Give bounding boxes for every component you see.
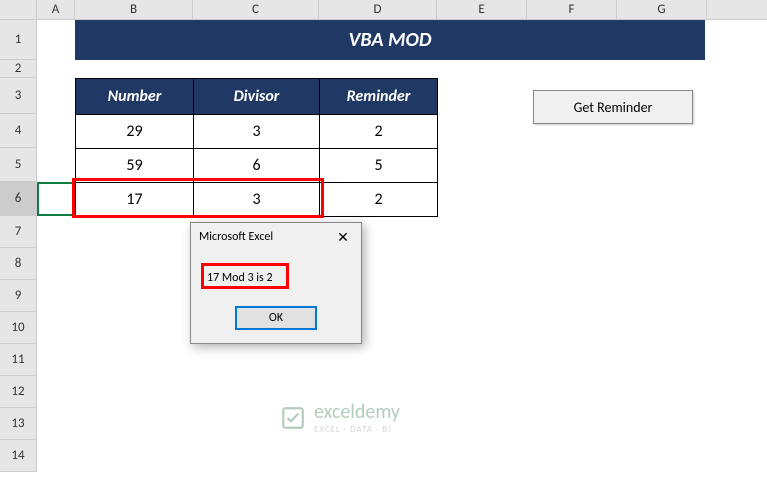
header-reminder[interactable]: Reminder bbox=[320, 79, 438, 115]
header-divisor[interactable]: Divisor bbox=[194, 79, 320, 115]
data-table: Number Divisor Reminder 29 3 2 59 6 5 17… bbox=[75, 78, 438, 217]
cell-number[interactable]: 17 bbox=[76, 183, 194, 217]
row-header-8[interactable]: 8 bbox=[0, 248, 37, 280]
get-reminder-button[interactable]: Get Reminder bbox=[533, 90, 693, 124]
cell-number[interactable]: 59 bbox=[76, 149, 194, 183]
logo-icon bbox=[280, 405, 306, 431]
cell-reminder[interactable]: 5 bbox=[320, 149, 438, 183]
col-header-C[interactable]: C bbox=[193, 0, 319, 19]
col-header-D[interactable]: D bbox=[319, 0, 437, 19]
row-header-13[interactable]: 13 bbox=[0, 408, 37, 440]
table-row: 29 3 2 bbox=[76, 115, 438, 149]
msgbox-title-text: Microsoft Excel bbox=[199, 230, 273, 244]
row-header-6[interactable]: 6 bbox=[0, 182, 37, 216]
cell-divisor[interactable]: 3 bbox=[194, 183, 320, 217]
row-header-5[interactable]: 5 bbox=[0, 148, 37, 182]
watermark: exceldemy EXCEL · DATA · BI bbox=[280, 400, 400, 435]
cell-reminder[interactable]: 2 bbox=[320, 183, 438, 217]
table-header-row: Number Divisor Reminder bbox=[76, 79, 438, 115]
row-header-11[interactable]: 11 bbox=[0, 344, 37, 376]
table-row: 17 3 2 bbox=[76, 183, 438, 217]
col-header-G[interactable]: G bbox=[617, 0, 707, 19]
cell-number[interactable]: 29 bbox=[76, 115, 194, 149]
watermark-sub: EXCEL · DATA · BI bbox=[314, 424, 400, 435]
row-header-1[interactable]: 1 bbox=[0, 20, 37, 60]
row-header-2[interactable]: 2 bbox=[0, 60, 37, 78]
row-header-7[interactable]: 7 bbox=[0, 216, 37, 248]
select-all-corner[interactable] bbox=[0, 0, 37, 19]
row-header-4[interactable]: 4 bbox=[0, 114, 37, 148]
page-title: VBA MOD bbox=[75, 20, 705, 60]
col-header-A[interactable]: A bbox=[37, 0, 75, 19]
row-header-9[interactable]: 9 bbox=[0, 280, 37, 312]
msgbox-text: 17 Mod 3 is 2 bbox=[207, 271, 273, 285]
row-header-10[interactable]: 10 bbox=[0, 312, 37, 344]
table-row: 59 6 5 bbox=[76, 149, 438, 183]
row-header-12[interactable]: 12 bbox=[0, 376, 37, 408]
cell-reminder[interactable]: 2 bbox=[320, 115, 438, 149]
row-header-14[interactable]: 14 bbox=[0, 440, 37, 472]
col-header-E[interactable]: E bbox=[437, 0, 527, 19]
col-header-F[interactable]: F bbox=[527, 0, 617, 19]
ok-button[interactable]: OK bbox=[236, 307, 316, 329]
message-box: Microsoft Excel ✕ 17 Mod 3 is 2 OK bbox=[190, 222, 362, 344]
row-header-3[interactable]: 3 bbox=[0, 78, 37, 114]
close-icon[interactable]: ✕ bbox=[333, 229, 353, 245]
col-header-B[interactable]: B bbox=[75, 0, 193, 19]
cell-divisor[interactable]: 6 bbox=[194, 149, 320, 183]
watermark-brand: exceldemy bbox=[314, 400, 400, 424]
cell-divisor[interactable]: 3 bbox=[194, 115, 320, 149]
header-number[interactable]: Number bbox=[76, 79, 194, 115]
